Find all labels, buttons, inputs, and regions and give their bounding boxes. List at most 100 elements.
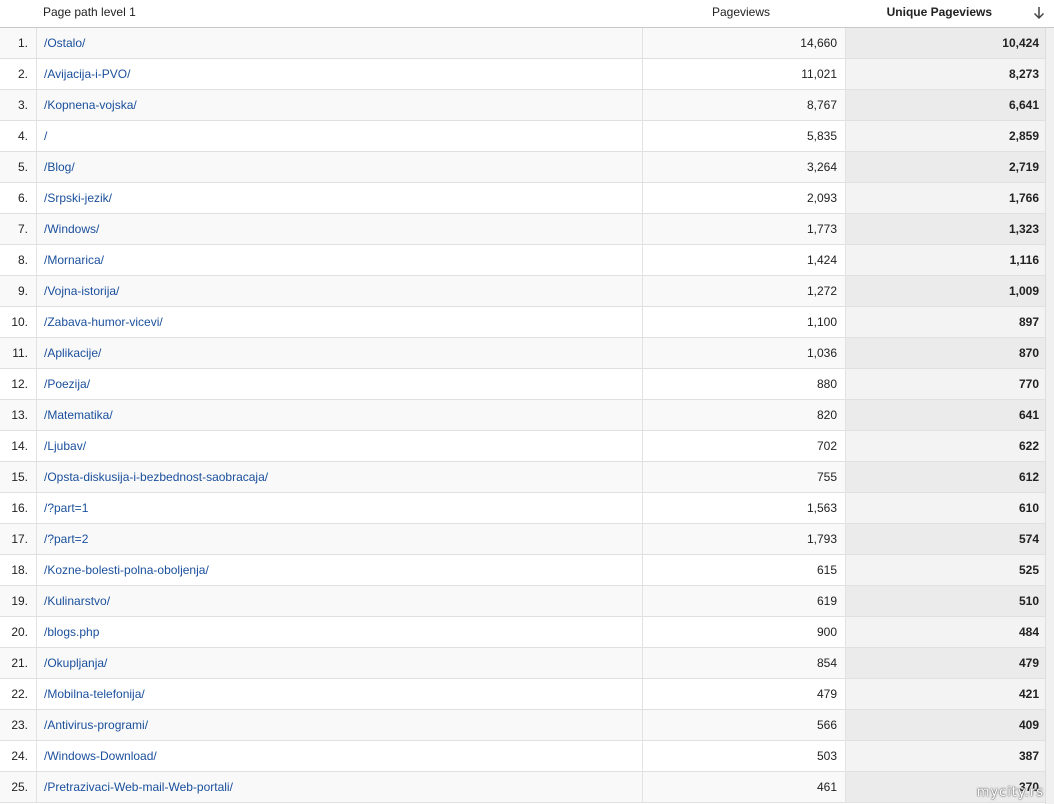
unique-pageviews-value: 484	[845, 617, 1046, 647]
row-number: 17.	[11, 532, 28, 546]
pageviews-value: 880	[642, 369, 845, 399]
table-row: 23. /Antivirus-programi/566 409	[0, 710, 1054, 741]
pageviews-value: 3,264	[642, 152, 845, 182]
page-path-link[interactable]: /Mornarica/	[36, 245, 642, 275]
page-path-link[interactable]: /?part=1	[36, 493, 642, 523]
table-row: 8. /Mornarica/1,424 1,116	[0, 245, 1054, 276]
pageviews-value: 615	[642, 555, 845, 585]
row-number: 6.	[17, 191, 28, 205]
page-path-link[interactable]: /Zabava-humor-vicevi/	[36, 307, 642, 337]
page-path-link[interactable]: /Opsta-diskusija-i-bezbednost-saobracaja…	[36, 462, 642, 492]
row-number: 2.	[17, 67, 28, 81]
pageviews-value: 1,036	[642, 338, 845, 368]
unique-pageviews-value: 870	[845, 338, 1046, 368]
row-number: 25.	[11, 780, 28, 794]
pageviews-value: 755	[642, 462, 845, 492]
page-path-link[interactable]: /?part=2	[36, 524, 642, 554]
pageviews-value: 1,773	[642, 214, 845, 244]
table-row: 21. /Okupljanja/854 479	[0, 648, 1054, 679]
table-row: 22. /Mobilna-telefonija/479 421	[0, 679, 1054, 710]
table-row: 18. /Kozne-bolesti-polna-oboljenja/615 525	[0, 555, 1054, 586]
table-row: 2. /Avijacija-i-PVO/11,021 8,273	[0, 59, 1054, 90]
page-path-link[interactable]: /Aplikacije/	[36, 338, 642, 368]
scrollbar[interactable]	[1045, 28, 1054, 804]
table-row: 15. /Opsta-diskusija-i-bezbednost-saobrac…	[0, 462, 1054, 493]
pageviews-value: 503	[642, 741, 845, 771]
unique-pageviews-value: 2,859	[845, 121, 1046, 151]
row-number: 22.	[11, 687, 28, 701]
pageviews-value: 5,835	[642, 121, 845, 151]
page-path-link[interactable]: /Antivirus-programi/	[36, 710, 642, 740]
page-path-link[interactable]: /Poezija/	[36, 369, 642, 399]
row-number: 14.	[11, 439, 28, 453]
unique-pageviews-value: 1,766	[845, 183, 1046, 213]
column-header-pageviews[interactable]: Pageviews	[712, 0, 770, 27]
table-row: 10. /Zabava-humor-vicevi/1,100 897	[0, 307, 1054, 338]
page-path-link[interactable]: /Windows/	[36, 214, 642, 244]
page-path-link[interactable]: /Vojna-istorija/	[36, 276, 642, 306]
row-number: 10.	[11, 315, 28, 329]
row-number: 5.	[17, 160, 28, 174]
table-row: 4. /5,835 2,859	[0, 121, 1054, 152]
page-path-link[interactable]: /Srpski-jezik/	[36, 183, 642, 213]
column-header-unique-pageviews[interactable]: Unique Pageviews	[887, 0, 992, 27]
page-path-link[interactable]: /Avijacija-i-PVO/	[36, 59, 642, 89]
pageviews-value: 1,424	[642, 245, 845, 275]
pageviews-value: 479	[642, 679, 845, 709]
row-number: 18.	[11, 563, 28, 577]
unique-pageviews-value: 10,424	[845, 28, 1046, 58]
table-row: 14. /Ljubav/702 622	[0, 431, 1054, 462]
row-number: 16.	[11, 501, 28, 515]
unique-pageviews-value: 1,009	[845, 276, 1046, 306]
row-number: 4.	[17, 129, 28, 143]
table-header: Page path level 1 Pageviews Unique Pagev…	[0, 0, 1054, 28]
column-header-page-path[interactable]: Page path level 1	[43, 0, 136, 27]
unique-pageviews-value: 574	[845, 524, 1046, 554]
page-path-link[interactable]: /Kozne-bolesti-polna-oboljenja/	[36, 555, 642, 585]
unique-pageviews-value: 479	[845, 648, 1046, 678]
unique-pageviews-value: 1,116	[845, 245, 1046, 275]
table-body: 1. /Ostalo/14,660 10,424 2. /Avijacija-i-PVO…	[0, 28, 1054, 803]
pageviews-value: 14,660	[642, 28, 845, 58]
unique-pageviews-value: 409	[845, 710, 1046, 740]
page-path-link[interactable]: /Pretrazivaci-Web-mail-Web-portali/	[36, 772, 642, 802]
unique-pageviews-value: 8,273	[845, 59, 1046, 89]
page-path-link[interactable]: /Kulinarstvo/	[36, 586, 642, 616]
unique-pageviews-value: 610	[845, 493, 1046, 523]
table-row: 24. /Windows-Download/503 387	[0, 741, 1054, 772]
row-number: 21.	[11, 656, 28, 670]
page-path-link[interactable]: /Mobilna-telefonija/	[36, 679, 642, 709]
table-row: 5. /Blog/3,264 2,719	[0, 152, 1054, 183]
page-path-link[interactable]: /	[36, 121, 642, 151]
pageviews-value: 1,272	[642, 276, 845, 306]
page-path-link[interactable]: /Blog/	[36, 152, 642, 182]
unique-pageviews-value: 421	[845, 679, 1046, 709]
row-number: 19.	[11, 594, 28, 608]
page-path-link[interactable]: /Ljubav/	[36, 431, 642, 461]
pageviews-value: 820	[642, 400, 845, 430]
pageviews-value: 566	[642, 710, 845, 740]
pageviews-value: 702	[642, 431, 845, 461]
row-number: 15.	[11, 470, 28, 484]
page-path-link[interactable]: /Matematika/	[36, 400, 642, 430]
page-path-link[interactable]: /Kopnena-vojska/	[36, 90, 642, 120]
row-number: 3.	[17, 98, 28, 112]
row-number: 24.	[11, 749, 28, 763]
table-row: 11. /Aplikacije/1,036 870	[0, 338, 1054, 369]
row-number: 11.	[12, 346, 28, 360]
page-path-link[interactable]: /Windows-Download/	[36, 741, 642, 771]
page-path-link[interactable]: /Okupljanja/	[36, 648, 642, 678]
pageviews-value: 11,021	[642, 59, 845, 89]
table-row: 12. /Poezija/880 770	[0, 369, 1054, 400]
pageviews-value: 1,563	[642, 493, 845, 523]
table-row: 13. /Matematika/820 641	[0, 400, 1054, 431]
page-path-link[interactable]: /Ostalo/	[36, 28, 642, 58]
row-number: 13.	[11, 408, 28, 422]
arrow-down-icon[interactable]	[1032, 5, 1046, 21]
unique-pageviews-value: 1,323	[845, 214, 1046, 244]
pageviews-value: 854	[642, 648, 845, 678]
row-number: 20.	[11, 625, 28, 639]
page-path-link[interactable]: /blogs.php	[36, 617, 642, 647]
table-row: 16. /?part=1 1,563 610	[0, 493, 1054, 524]
unique-pageviews-value: 612	[845, 462, 1046, 492]
